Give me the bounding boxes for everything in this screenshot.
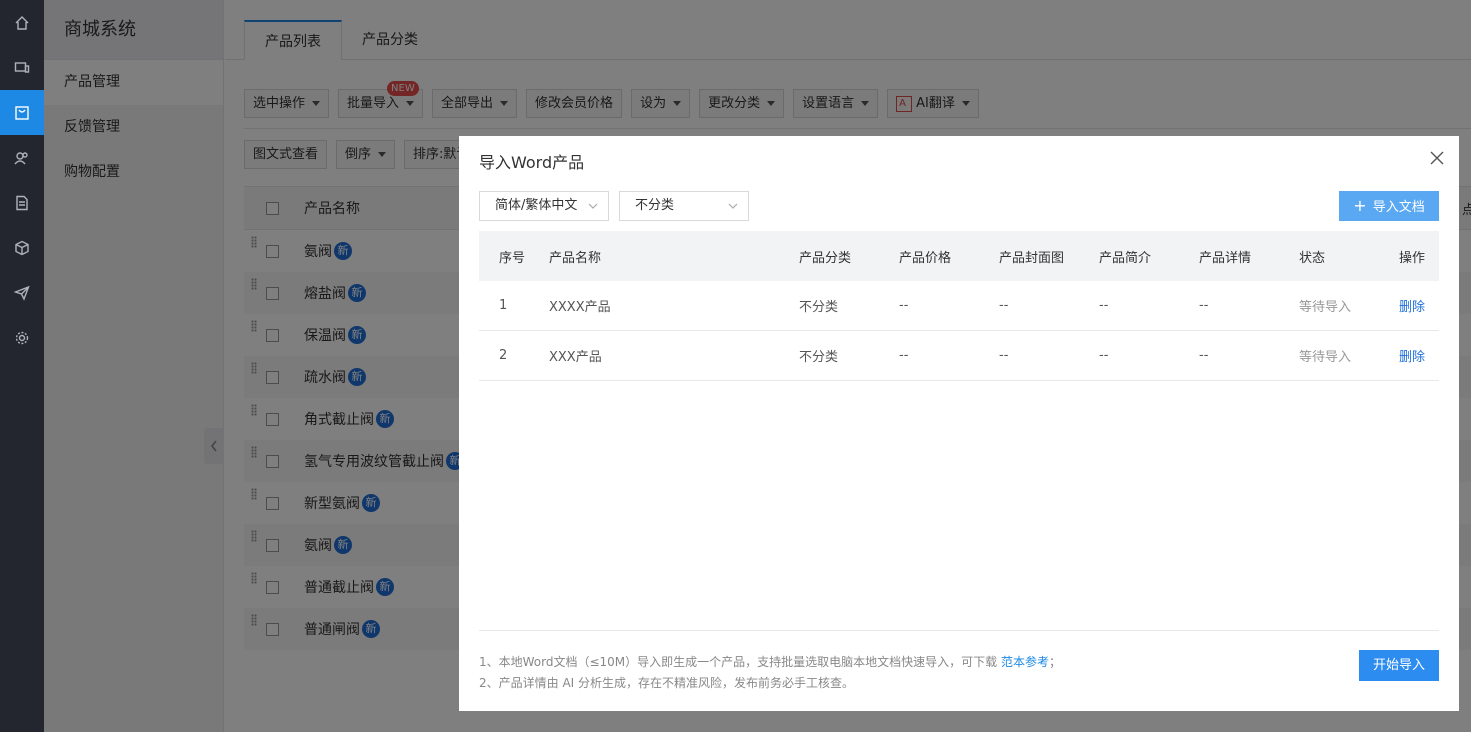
table-row: 1 XXXX产品 不分类 -- -- -- -- 等待导入 删除 xyxy=(479,281,1439,331)
chevron-down-icon xyxy=(728,203,738,209)
cell-index: 2 xyxy=(499,348,508,363)
send-icon xyxy=(14,285,30,301)
cell-detail: -- xyxy=(1199,348,1209,363)
header-detail: 产品详情 xyxy=(1199,250,1252,266)
import-word-modal: 导入Word产品 简体/繁体中文 不分类 + 导入文档 序号 产品名称 产品分类 … xyxy=(459,136,1459,711)
header-intro: 产品简介 xyxy=(1099,250,1152,266)
cell-cover: -- xyxy=(999,348,1009,363)
rail-store[interactable] xyxy=(0,90,44,135)
cell-status: 等待导入 xyxy=(1299,300,1352,315)
delete-link[interactable]: 删除 xyxy=(1399,346,1439,365)
header-product-name: 产品名称 xyxy=(549,250,602,266)
footer-divider xyxy=(479,630,1439,631)
import-notes: 1、本地Word文档（≤10M）导入即生成一个产品，支持批量选取电脑本地文档快速… xyxy=(479,652,1061,694)
close-icon xyxy=(1430,151,1444,165)
import-document-label: 导入文档 xyxy=(1372,200,1425,215)
header-action: 操作 xyxy=(1399,250,1426,266)
delete-link[interactable]: 删除 xyxy=(1399,296,1439,315)
rail-document[interactable] xyxy=(0,180,44,225)
cell-status: 等待导入 xyxy=(1299,350,1352,365)
rail-monitor[interactable] xyxy=(0,45,44,90)
template-reference-link[interactable]: 范本参考 xyxy=(1001,655,1049,669)
cell-intro: -- xyxy=(1099,298,1109,313)
header-price: 产品价格 xyxy=(899,250,952,266)
box-icon xyxy=(15,240,29,255)
monitor-icon xyxy=(14,61,30,73)
header-cover: 产品封面图 xyxy=(999,250,1065,266)
users-icon xyxy=(14,151,28,164)
chevron-down-icon xyxy=(588,203,598,209)
rail-users[interactable] xyxy=(0,135,44,180)
close-button[interactable] xyxy=(1429,150,1445,166)
cell-product-name: XXX产品 xyxy=(549,350,602,365)
language-select[interactable]: 简体/繁体中文 xyxy=(479,191,609,221)
gear-icon xyxy=(15,331,29,344)
icon-rail xyxy=(0,0,44,732)
header-status: 状态 xyxy=(1299,250,1326,266)
cell-detail: -- xyxy=(1199,298,1209,313)
category-select-value: 不分类 xyxy=(635,198,675,213)
rail-box[interactable] xyxy=(0,225,44,270)
import-table: 序号 产品名称 产品分类 产品价格 产品封面图 产品简介 产品详情 状态 操作 … xyxy=(479,231,1439,381)
note1-suffix: ； xyxy=(1049,655,1062,669)
note-line-1: 1、本地Word文档（≤10M）导入即生成一个产品，支持批量选取电脑本地文档快速… xyxy=(479,652,1061,673)
plus-icon: + xyxy=(1353,196,1367,215)
cell-price: -- xyxy=(899,298,909,313)
cell-price: -- xyxy=(899,348,909,363)
cell-product-name: XXXX产品 xyxy=(549,300,611,315)
start-import-button[interactable]: 开始导入 xyxy=(1359,650,1439,681)
language-select-value: 简体/繁体中文 xyxy=(495,198,578,213)
note1-prefix: 1、本地Word文档（≤10M）导入即生成一个产品，支持批量选取电脑本地文档快速… xyxy=(479,655,1001,669)
header-index: 序号 xyxy=(499,250,526,266)
table-row: 2 XXX产品 不分类 -- -- -- -- 等待导入 删除 xyxy=(479,331,1439,381)
home-icon xyxy=(15,15,29,30)
header-category: 产品分类 xyxy=(799,250,852,266)
store-icon xyxy=(15,105,29,120)
modal-title: 导入Word产品 xyxy=(479,153,585,172)
rail-home[interactable] xyxy=(0,0,44,45)
cell-category: 不分类 xyxy=(799,300,839,315)
cell-index: 1 xyxy=(499,298,508,313)
import-table-header: 序号 产品名称 产品分类 产品价格 产品封面图 产品简介 产品详情 状态 操作 xyxy=(479,231,1439,281)
category-select[interactable]: 不分类 xyxy=(619,191,749,221)
document-icon xyxy=(16,195,28,210)
note-line-2: 2、产品详情由 AI 分析生成，存在不精准风险，发布前务必手工核查。 xyxy=(479,676,855,690)
cell-intro: -- xyxy=(1099,348,1109,363)
cell-cover: -- xyxy=(999,298,1009,313)
rail-send[interactable] xyxy=(0,270,44,315)
cell-category: 不分类 xyxy=(799,350,839,365)
import-document-button[interactable]: + 导入文档 xyxy=(1339,191,1439,221)
rail-settings[interactable] xyxy=(0,315,44,360)
